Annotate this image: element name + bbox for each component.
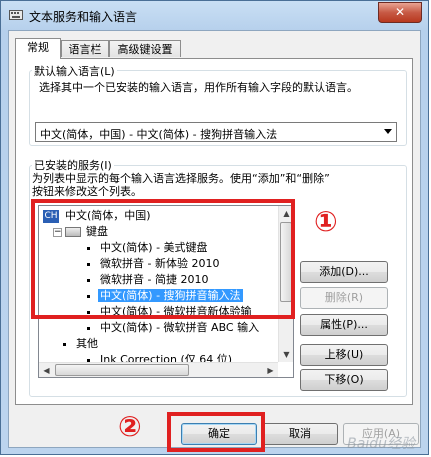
add-button[interactable]: 添加(D)...	[300, 261, 388, 283]
window-title: 文本服务和输入语言	[29, 10, 138, 24]
default-language-selected: 中文(简体，中国) - 中文(简体) - 搜狗拼音输入法	[40, 128, 278, 141]
annotation-highlight-ok	[167, 412, 265, 452]
scroll-down-icon[interactable]: ▼	[279, 347, 293, 362]
tab-language-bar[interactable]: 语言栏	[61, 40, 109, 57]
move-down-button[interactable]: 下移(O)	[300, 369, 388, 391]
tab-general[interactable]: 常规	[15, 38, 61, 59]
cancel-button[interactable]: 取消	[262, 423, 338, 445]
annotation-number-1: ①	[314, 205, 338, 238]
keyboard-app-icon	[9, 10, 23, 20]
annotation-highlight-tree	[31, 199, 295, 319]
default-language-label: 默认输入语言(L)	[32, 63, 117, 79]
horizontal-scrollbar[interactable]: ◀ ▶	[39, 362, 278, 377]
horizontal-scroll-thumb[interactable]	[55, 364, 189, 376]
installed-services-description-2: 按钮来修改这个列表。	[32, 185, 142, 198]
tree-item-service[interactable]: 中文(简体) - 微软拼音 ABC 输入	[87, 320, 261, 336]
scroll-left-icon[interactable]: ◀	[39, 363, 54, 377]
scroll-right-icon[interactable]: ▶	[263, 363, 278, 377]
watermark: Baidu经验	[347, 436, 415, 452]
bullet-icon	[63, 342, 66, 346]
move-up-button[interactable]: 上移(U)	[300, 344, 388, 366]
chevron-down-icon[interactable]	[384, 129, 392, 134]
title-bar[interactable]: 文本服务和输入语言 ✕	[1, 1, 428, 31]
installed-services-label: 已安装的服务(I)	[32, 157, 114, 173]
remove-button[interactable]: 删除(R)	[300, 287, 388, 309]
tab-advanced-key-settings[interactable]: 高级键设置	[109, 40, 181, 57]
annotation-number-2: ②	[118, 410, 142, 443]
default-language-dropdown[interactable]: 中文(简体，中国) - 中文(简体) - 搜狗拼音输入法	[35, 122, 397, 142]
installed-services-description-1: 为列表中显示的每个输入语言选择服务。使用“添加”和“删除”	[32, 172, 330, 185]
close-button[interactable]: ✕	[378, 2, 422, 23]
bullet-icon	[87, 326, 90, 330]
properties-button[interactable]: 属性(P)...	[300, 314, 388, 336]
tree-item-other[interactable]: 其他	[63, 336, 100, 352]
default-language-description: 选择其中一个已安装的输入语言，用作所有输入字段的默认语言。	[39, 81, 358, 94]
